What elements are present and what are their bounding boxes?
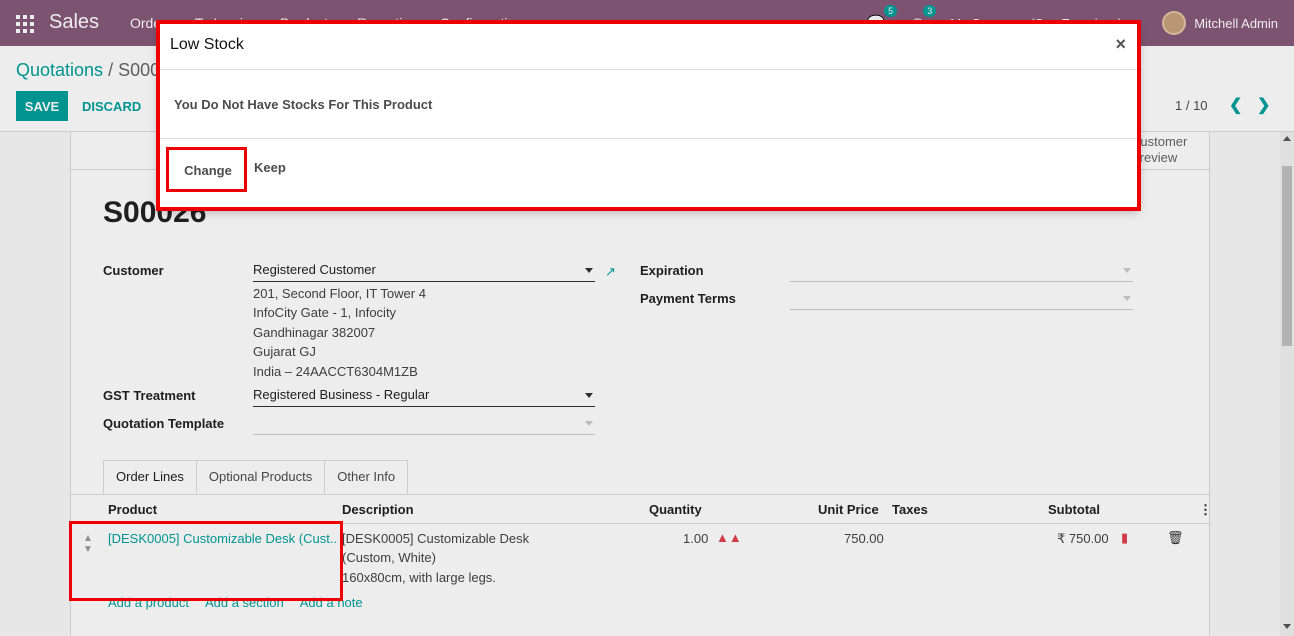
dialog-close-button[interactable]: × xyxy=(1115,34,1126,55)
dialog-message: You Do Not Have Stocks For This Product xyxy=(174,97,433,112)
low-stock-dialog: Low Stock × You Do Not Have Stocks For T… xyxy=(160,24,1138,208)
dialog-body: You Do Not Have Stocks For This Product xyxy=(160,70,1138,139)
keep-button[interactable]: Keep xyxy=(254,160,286,175)
change-button[interactable]: Change xyxy=(170,152,246,188)
dialog-header: Low Stock × xyxy=(160,24,1138,70)
dialog-title: Low Stock xyxy=(170,36,244,53)
